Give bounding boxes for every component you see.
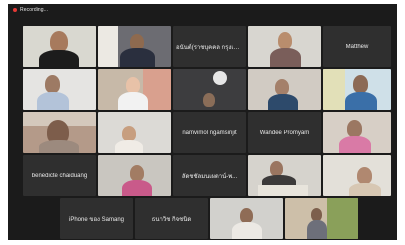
participant-name-tile[interactable]: ธนาวิช กิจชนิด xyxy=(135,198,208,239)
video-tile[interactable] xyxy=(323,69,391,110)
participant-name-tile[interactable]: namvimol ngamsirijit xyxy=(173,112,246,153)
video-tile[interactable] xyxy=(98,69,171,110)
video-tile[interactable] xyxy=(98,26,171,67)
participant-name: namvimol ngamsirijit xyxy=(182,129,237,136)
recording-indicator: Recording... xyxy=(13,7,48,13)
meeting-gallery: Recording... อนันต์(ราชบุคคล กรุงเทพ) Ma… xyxy=(8,4,397,240)
participant-name: ธนาวิช กิจชนิด xyxy=(151,216,192,223)
participant-name: Matthew xyxy=(345,43,369,50)
recording-label: Recording... xyxy=(20,7,49,13)
video-tile[interactable] xyxy=(285,198,358,239)
participant-name-tile[interactable]: Wandee Promyam xyxy=(248,112,321,153)
video-tile[interactable] xyxy=(323,155,391,196)
participant-name-tile[interactable]: benedicte chaiduang xyxy=(23,155,96,196)
participant-name: Wandee Promyam xyxy=(259,129,310,136)
participant-name-tile[interactable]: อนันต์(ราชบุคคล กรุงเทพ) xyxy=(173,26,246,67)
video-tile[interactable] xyxy=(248,26,321,67)
video-tile[interactable] xyxy=(248,69,321,110)
video-tile[interactable] xyxy=(173,69,246,110)
video-tile[interactable] xyxy=(23,69,96,110)
participant-name: อนันต์(ราชบุคคล กรุงเทพ) xyxy=(176,44,244,51)
video-tile[interactable] xyxy=(248,155,321,196)
participant-name: ลัดชชัลมนเผดาน์-พ... xyxy=(181,173,238,180)
video-tile[interactable] xyxy=(23,26,96,67)
record-icon xyxy=(13,8,17,12)
participant-name: iPhone ของ Samang xyxy=(69,216,124,223)
participant-name-tile[interactable]: iPhone ของ Samang xyxy=(60,198,133,239)
participant-name-tile[interactable]: ลัดชชัลมนเผดาน์-พ... xyxy=(173,155,246,196)
video-tile[interactable] xyxy=(98,112,171,153)
video-tile[interactable] xyxy=(323,112,391,153)
participant-name: benedicte chaiduang xyxy=(31,172,88,179)
participant-name-tile[interactable]: Matthew xyxy=(323,26,391,67)
video-tile[interactable] xyxy=(23,112,96,153)
video-tile[interactable] xyxy=(210,198,283,239)
video-tile[interactable] xyxy=(98,155,171,196)
